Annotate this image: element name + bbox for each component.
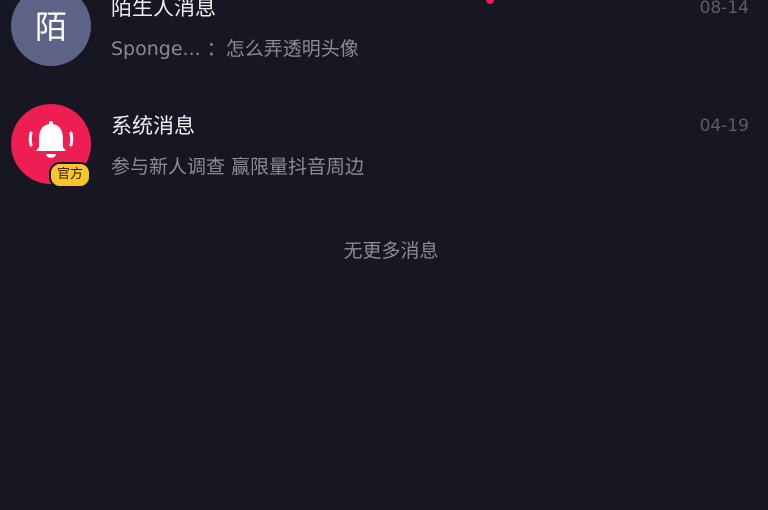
message-time: 08-14: [699, 0, 749, 18]
list-end-notice: 无更多消息: [0, 236, 768, 263]
message-time: 04-19: [699, 116, 749, 136]
avatar[interactable]: 陌: [11, 0, 91, 66]
message-row-system[interactable]: 官方 系统消息 参与新人调查 赢限量抖音周边 04-19: [0, 96, 768, 190]
message-list: 陌 陌生人消息 Sponge... ：怎么弄透明头像 08-14 官方 系统消息…: [0, 0, 768, 510]
message-preview: 参与新人调查 赢限量抖音周边: [111, 156, 365, 178]
message-row-stranger[interactable]: 陌 陌生人消息 Sponge... ：怎么弄透明头像 08-14: [0, 0, 768, 72]
avatar-text: 陌: [34, 8, 67, 46]
message-title: 陌生人消息: [111, 0, 216, 20]
official-badge: 官方: [49, 162, 92, 188]
no-more-messages-text: 无更多消息: [343, 240, 439, 262]
message-title: 系统消息: [111, 114, 195, 138]
avatar[interactable]: 官方: [11, 104, 92, 188]
bell-icon: [28, 121, 74, 158]
message-preview: Sponge... ：怎么弄透明头像: [111, 38, 359, 60]
